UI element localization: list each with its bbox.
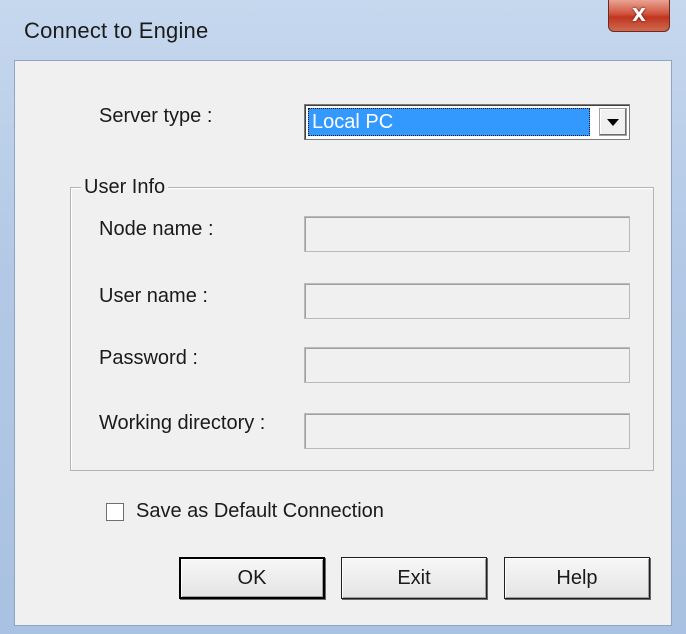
dropdown-button[interactable] bbox=[599, 108, 627, 136]
window-title: Connect to Engine bbox=[24, 18, 209, 43]
server-type-select[interactable]: Local PC bbox=[304, 104, 630, 140]
chevron-down-icon bbox=[607, 118, 619, 126]
working-directory-field[interactable] bbox=[304, 413, 630, 449]
dialog-window: Connect to Engine X Server type : Local … bbox=[0, 0, 686, 634]
working-directory-label: Working directory : bbox=[99, 412, 266, 434]
user-name-label: User name : bbox=[99, 285, 208, 307]
password-field[interactable] bbox=[304, 347, 630, 383]
server-type-value: Local PC bbox=[308, 108, 590, 136]
user-info-group-title: User Info bbox=[81, 176, 169, 199]
dialog-client-area: Server type : Local PC User Info Node na… bbox=[14, 60, 672, 626]
close-button[interactable]: X bbox=[608, 0, 670, 32]
title-bar[interactable]: Connect to Engine X bbox=[0, 0, 686, 60]
node-name-field[interactable] bbox=[304, 216, 630, 252]
close-icon: X bbox=[632, 5, 646, 26]
user-name-field[interactable] bbox=[304, 283, 630, 319]
exit-button[interactable]: Exit bbox=[341, 557, 487, 599]
ok-button[interactable]: OK bbox=[179, 557, 325, 599]
save-default-checkbox[interactable] bbox=[106, 503, 124, 521]
node-name-label: Node name : bbox=[99, 218, 214, 240]
server-type-label: Server type : bbox=[99, 105, 213, 127]
password-label: Password : bbox=[99, 347, 198, 369]
help-button[interactable]: Help bbox=[504, 557, 650, 599]
save-default-label[interactable]: Save as Default Connection bbox=[136, 500, 384, 523]
